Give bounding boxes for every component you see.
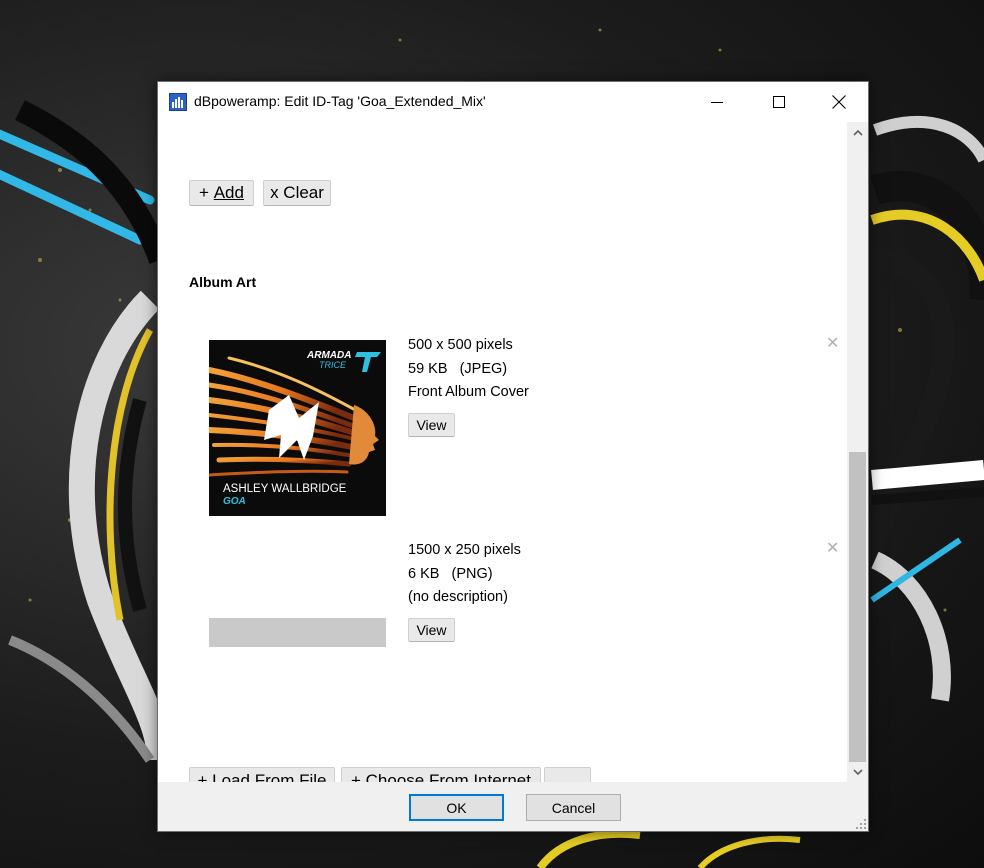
maximize-icon (773, 96, 785, 108)
art-dimensions: 1500 x 250 pixels (408, 542, 521, 558)
ok-button[interactable]: OK (409, 794, 504, 821)
cover-artist: ASHLEY WALLBRIDGE (223, 483, 347, 495)
clear-tags-button[interactable]: x Clear (263, 180, 331, 206)
add-prefix: + (199, 183, 214, 202)
scroll-down-button[interactable] (847, 762, 868, 782)
remove-art-icon-2[interactable]: ✕ (826, 538, 839, 557)
close-button[interactable] (816, 82, 862, 122)
more-options-button[interactable]: ... (544, 767, 591, 782)
art-size: 6 KB (PNG) (408, 565, 493, 582)
edit-id-tag-dialog: dBpoweramp: Edit ID-Tag 'Goa_Extended_Mi… (157, 81, 869, 832)
dbpoweramp-app-icon (169, 93, 187, 111)
art-size: 59 KB (JPEG) (408, 360, 508, 377)
add-tag-button[interactable]: + Add (189, 180, 254, 206)
add-label: Add (213, 183, 244, 202)
vertical-scrollbar[interactable] (847, 122, 868, 782)
album-art-heading: Album Art (189, 274, 257, 290)
album-art-thumbnail-front-cover[interactable]: ARMADA TRICE ASHLEY WALLBRIDGE GOA (209, 340, 386, 516)
scrollbar-thumb[interactable] (849, 452, 866, 762)
minimize-icon (711, 102, 723, 103)
dialog-footer: OK Cancel (158, 782, 868, 831)
resize-grip-icon[interactable] (856, 819, 866, 829)
maximize-button[interactable] (756, 82, 802, 122)
cover-track: GOA (223, 496, 246, 507)
remove-art-icon-1[interactable]: ✕ (826, 333, 839, 352)
chevron-down-icon (852, 768, 863, 775)
view-art-button-2[interactable]: View (408, 618, 455, 642)
window-title: dBpoweramp: Edit ID-Tag 'Goa_Extended_Mi… (194, 93, 486, 109)
scroll-up-button[interactable] (847, 122, 868, 142)
art-description: Front Album Cover (408, 384, 529, 400)
chevron-up-icon (852, 129, 863, 136)
album-art-thumbnail-banner[interactable] (209, 618, 386, 647)
view-art-button-1[interactable]: View (408, 413, 455, 437)
album-art-info-1: 500 x 500 pixels 59 KB (JPEG) Front Albu… (408, 334, 529, 405)
cancel-button[interactable]: Cancel (526, 794, 621, 821)
album-art-info-2: 1500 x 250 pixels 6 KB (PNG) (no descrip… (408, 539, 521, 610)
cover-label-line2: TRICE (319, 360, 347, 370)
scrollable-content: + Add x Clear Album Art ARMADA TRICE ASH… (158, 122, 847, 782)
choose-from-internet-button[interactable]: + Choose From Internet (341, 767, 541, 782)
album-cover-image: ARMADA TRICE ASHLEY WALLBRIDGE GOA (209, 340, 386, 516)
minimize-button[interactable] (694, 82, 740, 122)
title-bar[interactable]: dBpoweramp: Edit ID-Tag 'Goa_Extended_Mi… (158, 82, 868, 122)
close-icon (832, 95, 846, 109)
art-dimensions: 500 x 500 pixels (408, 337, 513, 353)
art-description: (no description) (408, 589, 508, 605)
load-from-file-button[interactable]: + Load From File (189, 767, 335, 782)
